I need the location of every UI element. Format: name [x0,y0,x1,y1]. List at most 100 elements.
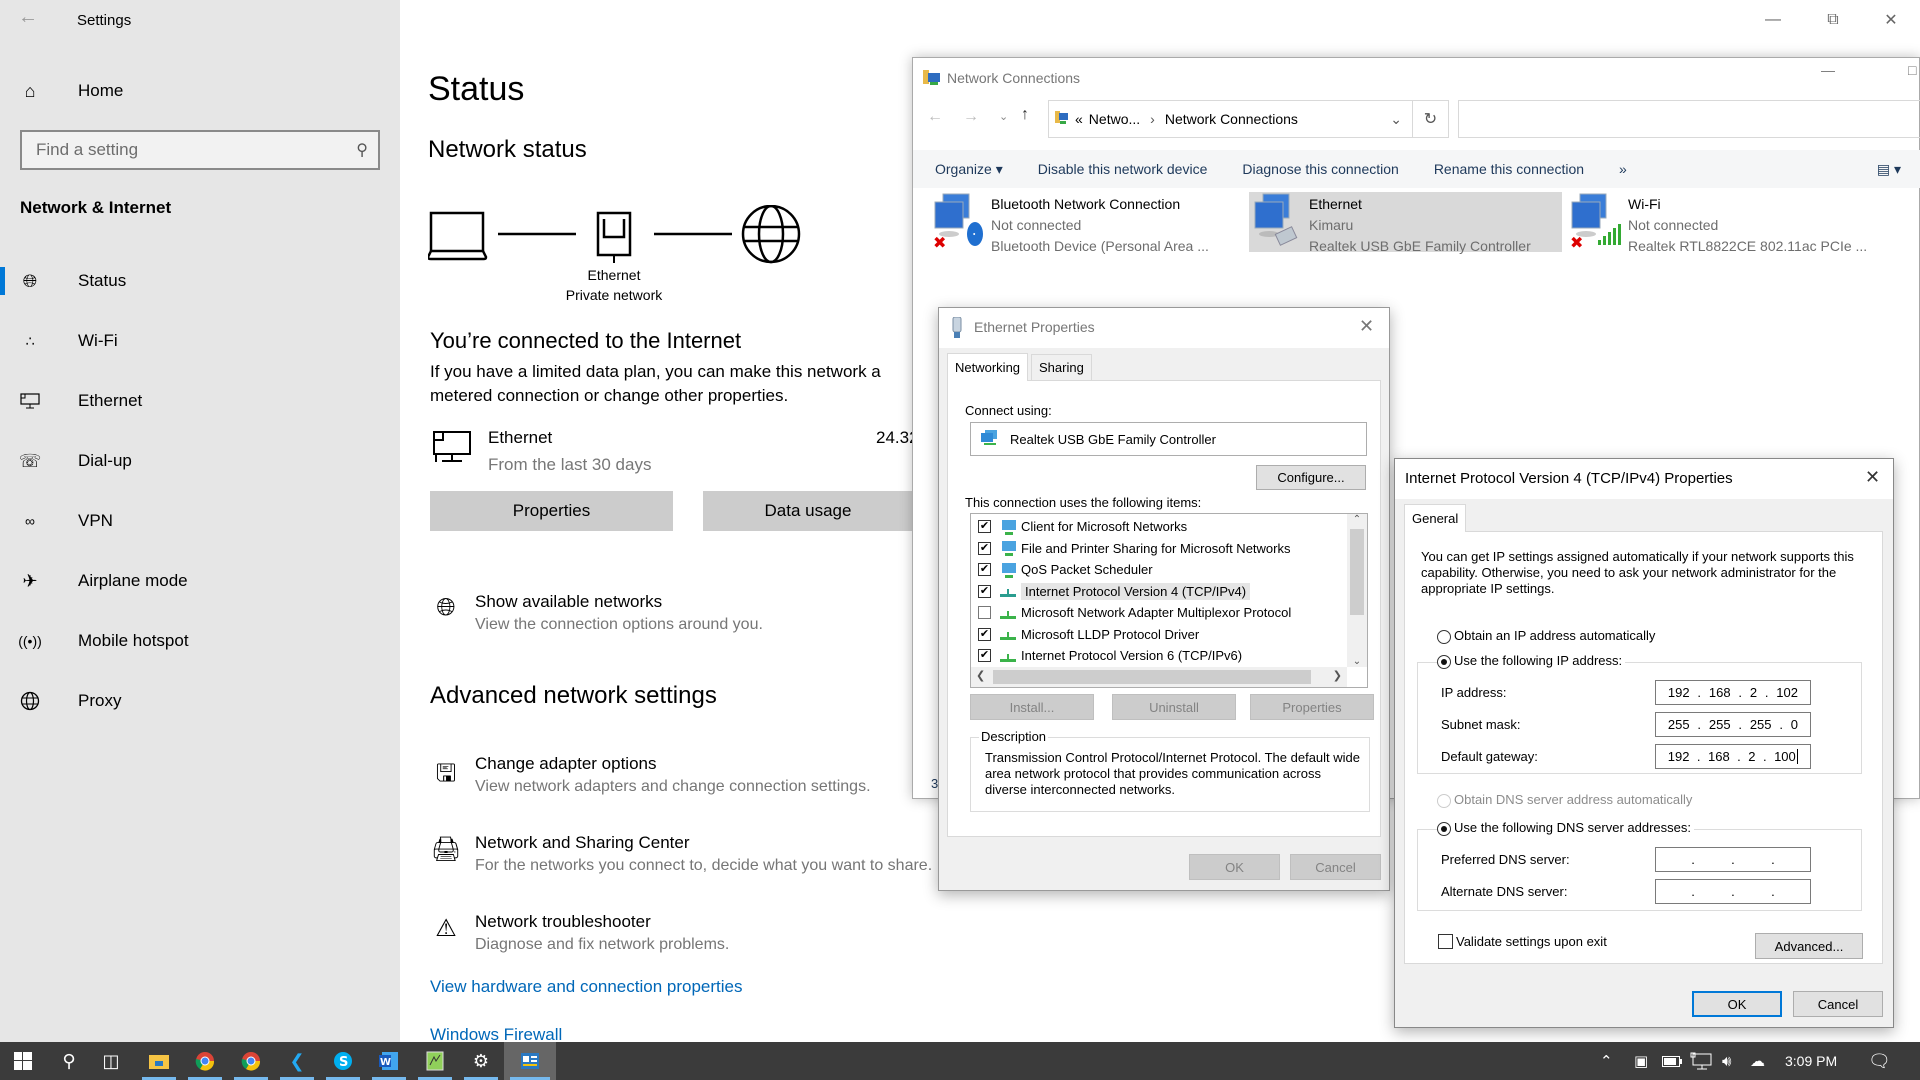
more-commands-button[interactable]: » [1619,161,1627,177]
advanced-button[interactable]: Advanced... [1755,933,1863,959]
checkbox-checked[interactable]: ✔ [978,541,991,555]
sidebar-item-dialup[interactable]: ☏ Dial-up [0,441,400,481]
data-usage-button[interactable]: Data usage [703,491,913,531]
scroll-thumb[interactable] [1350,529,1364,615]
start-windows-icon[interactable] [0,1042,46,1080]
diagnose-connection-button[interactable]: Diagnose this connection [1242,161,1398,177]
radio-on[interactable] [1437,654,1451,669]
chrome-icon[interactable] [228,1042,274,1080]
find-setting-input[interactable]: Find a setting ⚲ [20,130,380,170]
radio-off[interactable] [1437,793,1451,808]
component-list-item[interactable]: Microsoft Network Adapter Multiplexor Pr… [971,602,1341,624]
component-list-item[interactable]: ✔ QoS Packet Scheduler [971,559,1341,581]
checkbox[interactable] [1438,934,1453,949]
obtain-dns-auto-radio[interactable]: Obtain DNS server address automatically [1437,792,1692,808]
search-icon[interactable]: ⚲ [46,1042,92,1080]
settings-gear-icon[interactable]: ⚙ [458,1042,504,1080]
control-panel-icon[interactable] [504,1042,556,1080]
organize-menu[interactable]: Organize ▾ [935,161,1003,178]
configure-button[interactable]: Configure... [1256,465,1366,490]
sidebar-item-status[interactable]: 🌐︎ Status [0,261,400,301]
maximize-button[interactable]: □ [1908,62,1916,78]
skype-icon[interactable]: S [320,1042,366,1080]
install-button[interactable]: Install... [970,694,1094,720]
back-arrow-icon[interactable]: ← [18,6,38,29]
alternate-dns-input[interactable]: ... [1655,879,1811,904]
search-icon[interactable]: ⚲ [356,140,368,160]
radio-on[interactable] [1437,821,1451,836]
battery-icon[interactable] [1662,1042,1682,1080]
ok-button[interactable]: OK [1189,854,1280,880]
preferred-dns-input[interactable]: ... [1655,847,1811,872]
sidebar-item-home[interactable]: ⌂ Home [0,71,400,111]
windows-firewall-link[interactable]: Windows Firewall [430,1025,562,1042]
disable-device-button[interactable]: Disable this network device [1038,161,1208,177]
checkbox-checked[interactable]: ✔ [978,520,991,534]
component-list-item[interactable]: ✔ Client for Microsoft Networks [971,516,1341,538]
sidebar-item-airplane-mode[interactable]: ✈︎ Airplane mode [0,561,400,601]
scroll-right-icon[interactable]: ❯ [1333,669,1342,682]
checkbox-checked[interactable]: ✔ [978,649,991,663]
chevron-down-icon[interactable]: ⌄ [1390,111,1402,128]
vscode-icon[interactable]: ❮ [274,1042,320,1080]
breadcrumb-overflow[interactable]: « [1075,111,1083,127]
action-center-icon[interactable]: 🗨︎ [1868,1042,1891,1080]
checkbox-checked[interactable]: ✔ [978,563,991,577]
sidebar-item-ethernet[interactable]: Ethernet [0,381,400,421]
sidebar-item-vpn[interactable]: ∞ VPN [0,501,400,541]
scroll-thumb[interactable] [993,670,1311,684]
component-list-item[interactable]: ✔ File and Printer Sharing for Microsoft … [971,538,1341,560]
sidebar-item-proxy[interactable]: Proxy [0,681,400,721]
restore-button[interactable]: ⧉ [1810,0,1856,40]
vertical-scrollbar[interactable]: ⌃ ⌄ [1347,514,1367,667]
refresh-button[interactable]: ↻ [1413,100,1449,138]
items-list[interactable]: ✔ Client for Microsoft Networks ✔ File and … [970,513,1368,688]
checkbox-checked[interactable]: ✔ [978,584,991,598]
default-gateway-input[interactable]: 192. 168. 2. 100 [1655,744,1811,769]
obtain-ip-auto-radio[interactable]: Obtain an IP address automatically [1437,628,1655,644]
validate-settings-checkbox[interactable]: Validate settings upon exit [1438,934,1607,949]
search-network-connections-input[interactable] [1458,100,1920,138]
breadcrumb-parent[interactable]: Netwo... [1089,111,1140,127]
radio-off[interactable] [1437,629,1451,644]
close-icon[interactable]: ✕ [1359,316,1374,337]
checkbox-unchecked[interactable] [978,606,991,620]
close-icon[interactable]: ✕ [1865,467,1880,488]
subnet-mask-input[interactable]: 255. 255. 255. 0 [1655,712,1811,737]
scroll-left-icon[interactable]: ❮ [976,669,985,682]
back-arrow-icon[interactable]: ← [927,108,943,126]
address-bar[interactable]: « Netwo... › Network Connections ⌄ [1048,100,1413,138]
ok-button[interactable]: OK [1692,991,1782,1017]
ip-address-input[interactable]: 192. 168. 2. 102 [1655,680,1811,705]
uninstall-button[interactable]: Uninstall [1112,694,1236,720]
notepad-plus-plus-icon[interactable] [412,1042,458,1080]
connection-bluetooth[interactable]: ✖ ᛫ Bluetooth Network Connection Not conn… [931,192,1231,254]
breadcrumb-current[interactable]: Network Connections [1165,111,1298,127]
connection-ethernet[interactable]: Ethernet Kimaru Realtek USB GbE Family C… [1249,192,1562,254]
camera-meeting-icon[interactable]: ▣ [1634,1042,1648,1080]
item-properties-button[interactable]: Properties [1250,694,1374,720]
clock[interactable]: 3:09 PM [1785,1042,1837,1080]
show-hidden-icons-chevron[interactable]: ⌃ [1600,1042,1613,1080]
rename-connection-button[interactable]: Rename this connection [1434,161,1584,177]
task-view-icon[interactable]: ◫ [88,1042,134,1080]
tab-sharing[interactable]: Sharing [1031,354,1092,380]
tab-general[interactable]: General [1404,504,1467,532]
minimize-button[interactable]: — [1821,62,1835,78]
minimize-button[interactable]: — [1750,0,1796,40]
view-options-icon[interactable]: ▤ ▾ [1877,161,1901,178]
recent-dropdown-icon[interactable]: ⌄ [999,110,1008,123]
onedrive-cloud-icon[interactable]: ☁ [1750,1042,1765,1080]
volume-icon[interactable]: 🔊︎ [1722,1042,1731,1080]
scroll-up-icon[interactable]: ⌃ [1347,514,1367,525]
connection-wifi[interactable]: ✖ Wi-Fi Not connected Realtek RTL8822CE … [1568,192,1898,254]
up-arrow-icon[interactable]: ↑ [1021,106,1029,124]
horizontal-scrollbar[interactable]: ❮ ❯ [971,667,1347,687]
checkbox-checked[interactable]: ✔ [978,627,991,641]
scroll-down-icon[interactable]: ⌄ [1347,656,1367,667]
forward-arrow-icon[interactable]: → [963,108,979,126]
properties-button[interactable]: Properties [430,491,673,531]
sidebar-item-wifi[interactable]: ∴ Wi-Fi [0,321,400,361]
cancel-button[interactable]: Cancel [1793,991,1883,1017]
use-following-dns-radio[interactable]: Use the following DNS server addresses: [1437,820,1694,836]
